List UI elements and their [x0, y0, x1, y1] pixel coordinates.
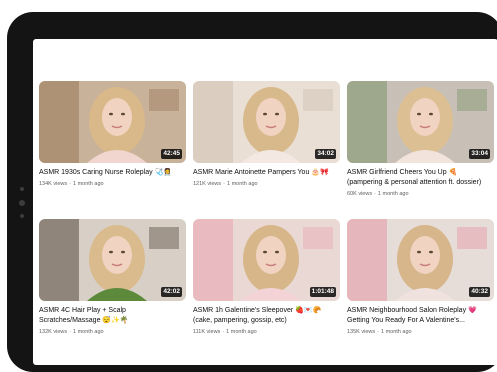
video-meta: 111K views · 1 month ago	[193, 328, 340, 336]
video-meta: 134K views · 1 month ago	[39, 180, 186, 188]
video-title[interactable]: ASMR Marie Antoinette Pampers You 🎂🎀	[193, 168, 340, 178]
upload-age: 1 month ago	[377, 191, 409, 197]
front-camera-dot	[20, 187, 24, 191]
video-title[interactable]: ASMR 4C Hair Play + Scalp Scratches/Mass…	[39, 306, 186, 326]
sensor-dot	[20, 214, 24, 218]
video-meta: 135K views · 1 month ago	[347, 328, 494, 336]
view-count: 60K views	[347, 191, 373, 197]
video-duration: 1:01:48	[309, 287, 336, 297]
meta-separator: ·	[69, 329, 71, 335]
video-thumbnail[interactable]: 33:04	[347, 81, 494, 163]
video-card[interactable]: 33:04 ASMR Girlfriend Cheers You Up 🍕 (p…	[347, 81, 494, 213]
video-card[interactable]: 1:01:48 ASMR 1h Galentine's Sleepover 🍓💌…	[193, 219, 340, 351]
video-card[interactable]: 34:02 ASMR Marie Antoinette Pampers You …	[193, 81, 340, 213]
video-thumbnail[interactable]: 42:45	[39, 81, 186, 163]
video-duration: 34:02	[315, 149, 336, 159]
upload-age: 1 month ago	[72, 181, 104, 187]
tablet-frame: 42:45 ASMR 1930s Caring Nurse Roleplay 🩺…	[7, 12, 497, 372]
video-duration: 42:45	[161, 149, 182, 159]
video-meta: 60K views · 1 month ago	[347, 190, 494, 198]
video-card[interactable]: 42:02 ASMR 4C Hair Play + Scalp Scratche…	[39, 219, 186, 351]
video-card[interactable]: 42:45 ASMR 1930s Caring Nurse Roleplay 🩺…	[39, 81, 186, 213]
view-count: 132K views	[39, 329, 68, 335]
video-thumbnail[interactable]: 40:32	[347, 219, 494, 301]
view-count: 134K views	[39, 181, 68, 187]
video-title[interactable]: ASMR Neighbourhood Salon Roleplay 💗 Gett…	[347, 306, 494, 326]
front-camera-lens	[19, 200, 25, 206]
meta-separator: ·	[69, 181, 71, 187]
meta-separator: ·	[377, 329, 379, 335]
video-title[interactable]: ASMR 1h Galentine's Sleepover 🍓💌🥐 (cake,…	[193, 306, 340, 326]
view-count: 121K views	[193, 181, 222, 187]
meta-separator: ·	[223, 181, 225, 187]
upload-age: 1 month ago	[226, 181, 258, 187]
youtube-screen: 42:45 ASMR 1930s Caring Nurse Roleplay 🩺…	[33, 39, 497, 365]
video-meta: 132K views · 1 month ago	[39, 328, 186, 336]
video-duration: 40:32	[469, 287, 490, 297]
video-thumbnail[interactable]: 34:02	[193, 81, 340, 163]
video-thumbnail[interactable]: 1:01:48	[193, 219, 340, 301]
video-card[interactable]: 40:32 ASMR Neighbourhood Salon Roleplay …	[347, 219, 494, 351]
upload-age: 1 month ago	[380, 329, 412, 335]
video-title[interactable]: ASMR Girlfriend Cheers You Up 🍕 (pamperi…	[347, 168, 494, 188]
meta-separator: ·	[222, 329, 225, 335]
upload-age: 1 month ago	[226, 329, 257, 335]
view-count: 135K views	[347, 329, 376, 335]
upload-age: 1 month ago	[72, 329, 104, 335]
view-count: 111K views	[193, 329, 221, 335]
video-meta: 121K views · 1 month ago	[193, 180, 340, 188]
video-duration: 33:04	[469, 149, 490, 159]
video-duration: 42:02	[161, 287, 182, 297]
video-thumbnail[interactable]: 42:02	[39, 219, 186, 301]
meta-separator: ·	[374, 191, 376, 197]
video-grid: 42:45 ASMR 1930s Caring Nurse Roleplay 🩺…	[39, 81, 494, 351]
video-title[interactable]: ASMR 1930s Caring Nurse Roleplay 🩺👩‍⚕️	[39, 168, 186, 178]
